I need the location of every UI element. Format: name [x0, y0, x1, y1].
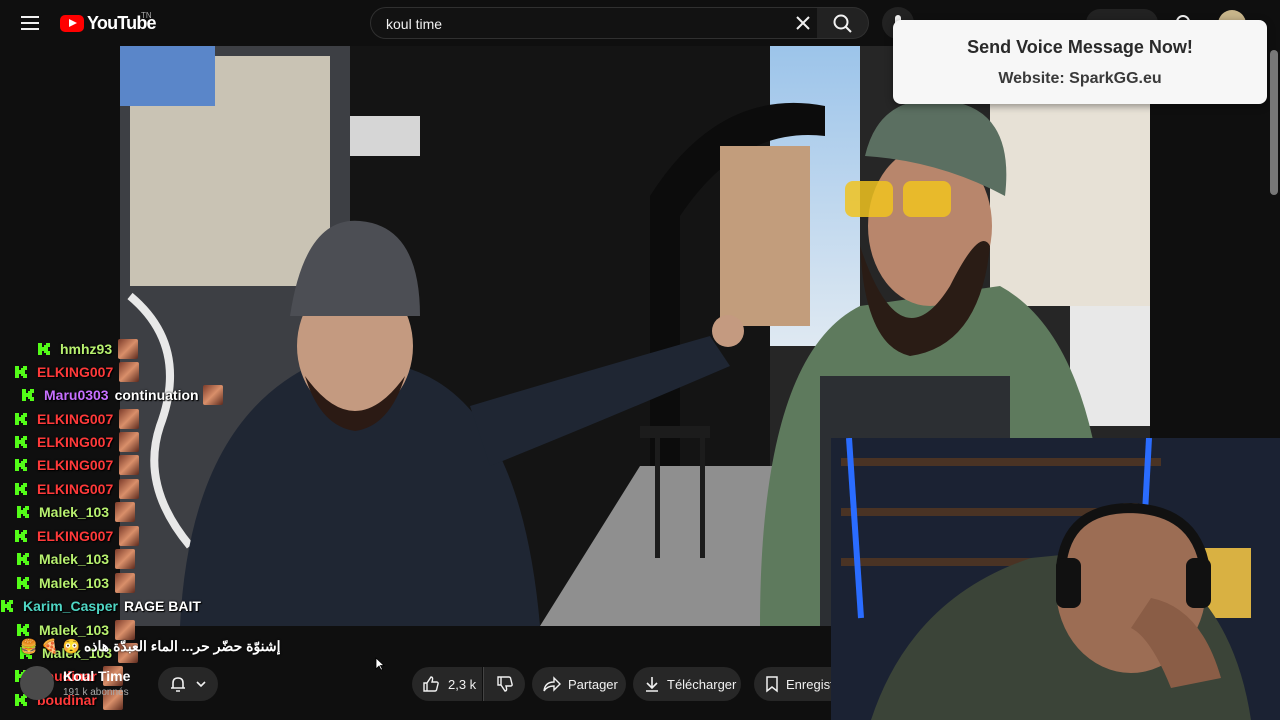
chat-message: ELKING007 [14, 431, 140, 453]
kick-badge-icon [15, 436, 27, 448]
kick-badge-icon [38, 343, 50, 355]
chat-username[interactable]: Malek_103 [39, 504, 109, 520]
streamer-webcam [831, 438, 1280, 720]
chat-emote-icon [119, 526, 140, 546]
subscriber-count: 191 k abonnés [63, 687, 129, 698]
page-scrollbar[interactable] [1270, 50, 1278, 195]
chat-username[interactable]: ELKING007 [37, 528, 113, 544]
chat-message: ELKING007 [14, 525, 140, 547]
search-input[interactable] [384, 8, 788, 40]
chat-emote-icon [115, 502, 136, 522]
chat-username[interactable]: ELKING007 [37, 481, 113, 497]
kick-badge-icon [1, 600, 13, 612]
chat-message-arabic: إشنوّة حضّر حر... الماء العبدّة هاذه 😳 🍕… [20, 638, 281, 654]
chat-username[interactable]: Malek_103 [39, 575, 109, 591]
chat-username[interactable]: Malek_103 [39, 622, 109, 638]
share-icon [543, 676, 561, 692]
chat-emote-icon [118, 339, 139, 359]
share-button[interactable]: Partager [532, 667, 626, 701]
download-button[interactable]: Télécharger [633, 667, 741, 701]
chat-username[interactable]: ELKING007 [37, 457, 113, 473]
logo-country-code: TN [141, 11, 152, 20]
download-icon [646, 677, 658, 692]
chevron-down-icon [196, 681, 206, 688]
share-label: Partager [568, 676, 618, 692]
kick-badge-icon [15, 530, 27, 542]
chat-emote-icon [119, 432, 140, 452]
dislike-button[interactable] [483, 667, 525, 701]
chat-username[interactable]: Karim_Casper [23, 598, 118, 614]
chat-message: hmhz93 [37, 338, 139, 360]
search-button[interactable] [817, 7, 869, 39]
chat-username[interactable]: ELKING007 [37, 364, 113, 380]
save-button[interactable]: Enregist [754, 667, 831, 701]
download-label: Télécharger [667, 676, 737, 692]
channel-avatar[interactable] [20, 666, 54, 700]
notification-bell-button[interactable] [158, 667, 218, 701]
chat-message: ELKING007 [14, 478, 140, 500]
chat-emote-icon [119, 455, 140, 475]
chat-message: Maru0303 continuation [21, 384, 223, 406]
chat-message: ELKING007 [14, 454, 140, 476]
chat-username[interactable]: Malek_103 [39, 551, 109, 567]
menu-icon[interactable] [18, 11, 42, 35]
banner-title: Send Voice Message Now! [967, 37, 1193, 57]
chat-message-text: RAGE BAIT [123, 598, 201, 614]
like-button[interactable]: 2,3 k [412, 667, 482, 701]
kick-badge-icon [15, 413, 27, 425]
save-label: Enregist [786, 676, 831, 692]
bookmark-icon [766, 676, 778, 693]
chat-username[interactable]: ELKING007 [37, 434, 113, 450]
chat-message: Malek_103 [16, 548, 136, 570]
chat-message: ELKING007 [14, 361, 140, 383]
banner-website: Website: SparkGG.eu [998, 70, 1162, 87]
kick-badge-icon [17, 553, 29, 565]
kick-badge-icon [15, 366, 27, 378]
bell-icon [171, 677, 185, 692]
kick-badge-icon [22, 389, 34, 401]
chat-username[interactable]: hmhz93 [60, 341, 112, 357]
search-icon [833, 14, 852, 33]
youtube-play-icon [60, 14, 84, 32]
mouse-cursor-icon [375, 657, 386, 676]
chat-message-text: continuation [114, 387, 199, 403]
clear-search-icon[interactable] [792, 12, 814, 34]
chat-emote-icon [119, 362, 140, 382]
chat-message: ELKING007 [14, 408, 140, 430]
chat-message: Malek_103 [16, 501, 136, 523]
chat-emote-icon [115, 620, 136, 640]
promo-banner: Send Voice Message Now! Website: SparkGG… [893, 20, 1267, 104]
kick-badge-icon [15, 483, 27, 495]
kick-badge-icon [17, 577, 29, 589]
search-box [370, 7, 818, 40]
channel-name[interactable]: Koul Time [63, 668, 130, 684]
thumbs-down-icon [496, 676, 513, 692]
chat-emote-icon [115, 573, 136, 593]
chat-username[interactable]: ELKING007 [37, 411, 113, 427]
chat-username[interactable]: Maru0303 [44, 387, 109, 403]
chat-emote-icon [119, 479, 140, 499]
thumbs-up-icon [423, 676, 439, 692]
kick-badge-icon [15, 459, 27, 471]
like-count: 2,3 k [448, 676, 477, 692]
webcam-frame [831, 438, 1280, 720]
chat-emote-icon [202, 385, 223, 405]
chat-emote-icon [115, 549, 136, 569]
kick-badge-icon [17, 506, 29, 518]
chat-message: Malek_103 [16, 572, 136, 594]
chat-message: Karim_Casper RAGE BAIT [0, 595, 205, 617]
chat-emote-icon [119, 409, 140, 429]
kick-badge-icon [17, 624, 29, 636]
